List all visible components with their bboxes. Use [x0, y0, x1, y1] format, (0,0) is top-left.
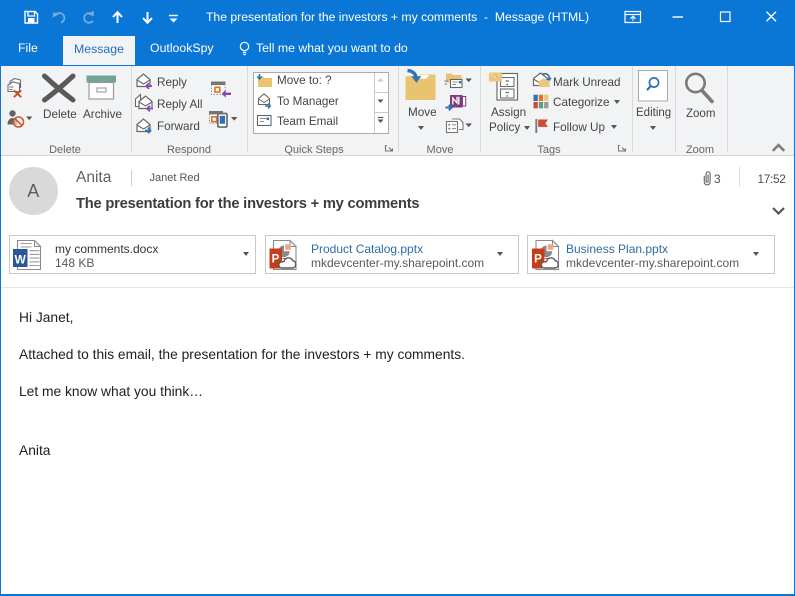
- svg-text:W: W: [15, 253, 27, 267]
